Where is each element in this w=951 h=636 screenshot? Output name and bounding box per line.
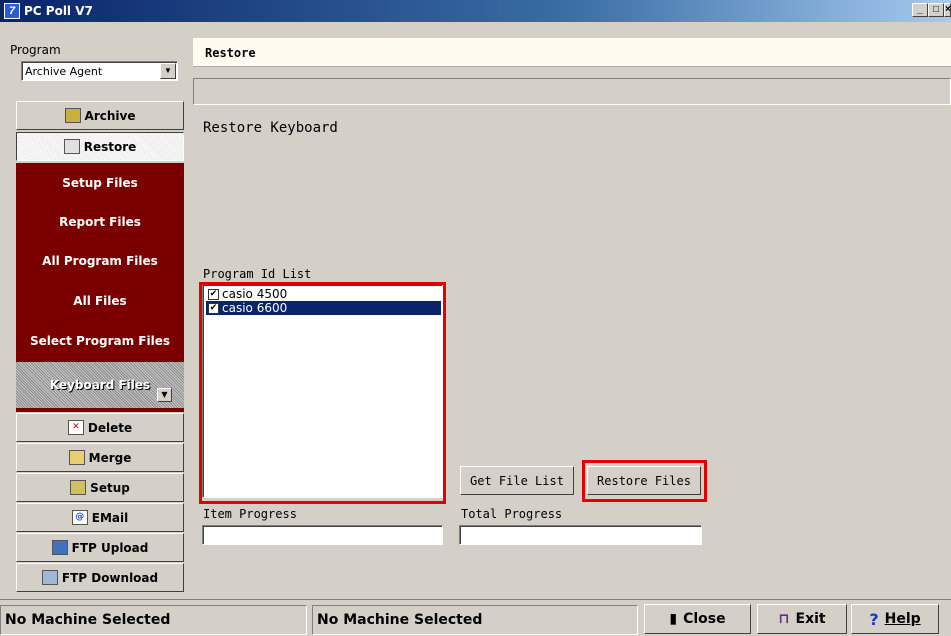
help-label: Help [884,611,921,627]
ftp-upload-label: FTP Upload [71,540,149,555]
download-icon [41,570,58,585]
status-middle: No Machine Selected [312,605,638,635]
exit-button[interactable]: ⊓ Exit [757,604,847,634]
program-label: Program [10,43,61,57]
setup-files-option[interactable]: Setup Files [16,163,184,202]
folder-icon [68,450,85,465]
annotation-box-restore [582,460,707,502]
close-window-button[interactable]: × [944,3,951,17]
close-icon: ▮ [669,611,678,627]
delete-label: Delete [87,420,133,435]
setup-label: Setup [90,480,130,495]
delete-icon: ✕ [67,420,84,435]
all-program-files-option[interactable]: All Program Files [16,241,184,280]
exit-label: Exit [795,611,826,627]
item-progress-bar [202,525,443,545]
title-bar: 7 PC Poll V7 _ □ × [0,0,951,22]
email-label: EMail [91,510,129,525]
chevron-down-icon[interactable]: ▼ [160,63,176,79]
maximize-button[interactable]: □ [928,3,944,17]
page-title: Restore [205,46,256,60]
archive-label: Archive [84,108,136,123]
page-header: Restore [193,38,951,67]
window-title: PC Poll V7 [24,4,93,18]
get-file-list-button[interactable]: Get File List [460,466,574,495]
chevron-down-icon[interactable]: ▼ [157,388,172,402]
annotation-box-list [199,282,446,504]
setup-button[interactable]: Setup [16,473,184,502]
restore-label: Restore [83,139,137,154]
email-button[interactable]: @ EMail [16,503,184,532]
total-progress-bar [459,525,702,545]
ftp-upload-button[interactable]: FTP Upload [16,533,184,562]
email-icon: @ [71,510,88,525]
total-progress-label: Total Progress [461,507,563,521]
merge-button[interactable]: Merge [16,443,184,472]
keyboard-files-label: Keyboard Files [49,378,151,392]
restore-button[interactable]: Restore [16,132,184,161]
archive-icon [64,108,81,123]
exit-icon: ⊓ [778,611,790,627]
close-button[interactable]: ▮ Close [644,604,751,634]
status-left: No Machine Selected [0,605,307,635]
ftp-download-button[interactable]: FTP Download [16,563,184,592]
select-program-files-option[interactable]: Select Program Files [16,321,184,360]
help-icon: ? [869,609,879,629]
ftp-download-label: FTP Download [61,570,159,585]
toolbar-strip [193,78,951,105]
report-files-option[interactable]: Report Files [16,202,184,241]
keyboard-files-option[interactable]: Keyboard Files ▼ [16,362,184,408]
restore-icon [63,139,80,154]
program-id-list-label: Program Id List [203,267,312,281]
program-select-value: Archive Agent [25,65,103,78]
minimize-button[interactable]: _ [912,3,928,17]
setup-icon [70,480,87,495]
close-label: Close [683,611,726,627]
upload-icon [51,540,68,555]
program-select[interactable]: Archive Agent ▼ [21,61,178,81]
app-icon: 7 [4,3,20,19]
delete-button[interactable]: ✕ Delete [16,413,184,442]
item-progress-label: Item Progress [203,507,297,521]
help-button[interactable]: ? Help [851,604,939,634]
section-heading: Restore Keyboard [203,120,338,136]
archive-button[interactable]: Archive [16,101,184,130]
merge-label: Merge [88,450,132,465]
all-files-option[interactable]: All Files [16,281,184,320]
